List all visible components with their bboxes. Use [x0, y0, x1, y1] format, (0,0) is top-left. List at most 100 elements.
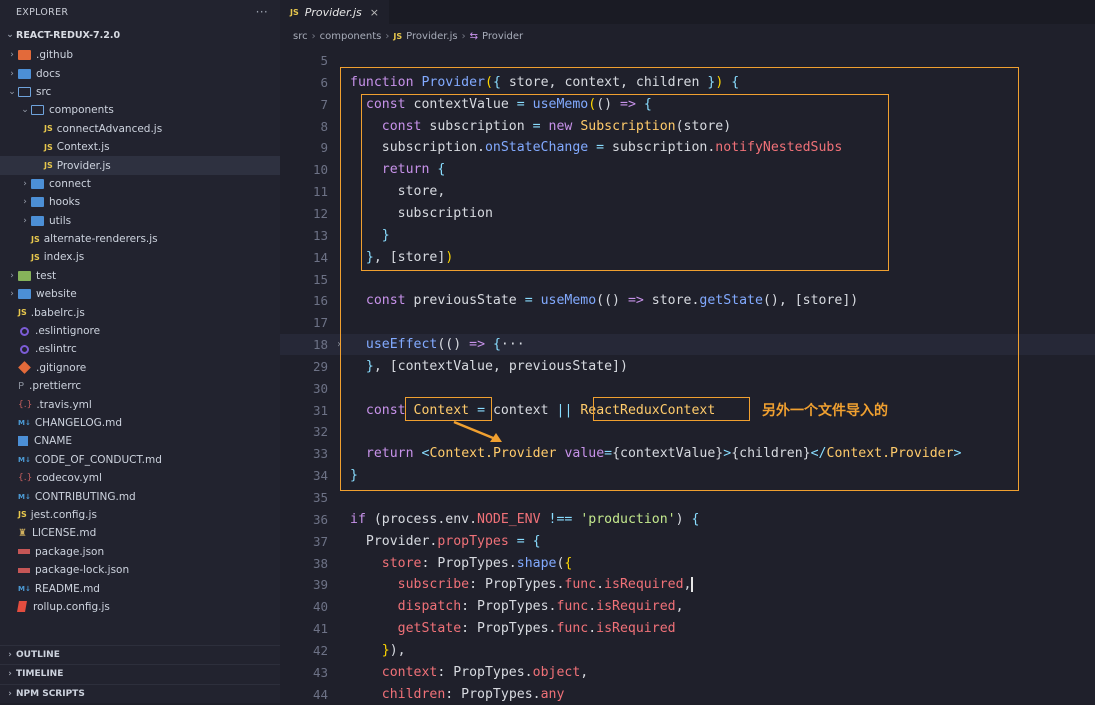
- file-tree-item[interactable]: › test: [0, 267, 280, 285]
- project-root[interactable]: ⌄ REACT-REDUX-7.2.0: [0, 24, 280, 46]
- file-tree-item-label: utils: [49, 214, 72, 227]
- code-line: 43 context: PropTypes.object,: [280, 662, 1095, 683]
- line-number: 38: [312, 555, 328, 571]
- react-redux-context-highlight-box: [593, 397, 750, 421]
- line-number: 5: [320, 53, 328, 68]
- breadcrumb-symbol[interactable]: Provider: [482, 31, 523, 42]
- file-tree-item[interactable]: › connect: [0, 175, 280, 193]
- code-line: 37 Provider.propTypes = {: [280, 531, 1095, 552]
- file-tree-item-label: CNAME: [34, 435, 73, 448]
- license-icon: ♜: [18, 527, 27, 539]
- outline-label: OUTLINE: [16, 649, 60, 660]
- folder-open-icon: [31, 105, 44, 116]
- file-tree-item[interactable]: package-lock.json: [0, 561, 280, 579]
- line-number: 13: [312, 227, 328, 243]
- file-tree-item[interactable]: › .github: [0, 46, 280, 64]
- code-line: 42 }),: [280, 640, 1095, 661]
- file-tree-item[interactable]: .gitignore: [0, 359, 280, 377]
- file-tree-item[interactable]: CNAME: [0, 432, 280, 450]
- file-tree-item[interactable]: › utils: [0, 212, 280, 230]
- file-tree-item-label: CODE_OF_CONDUCT.md: [34, 453, 162, 466]
- yaml-file-icon: {.}: [18, 399, 33, 410]
- file-tree-item[interactable]: {.} .travis.yml: [0, 395, 280, 413]
- markdown-file-icon: M↓: [18, 455, 31, 464]
- file-tree-item[interactable]: .eslintignore: [0, 322, 280, 340]
- yaml-file-icon: {.}: [18, 473, 33, 484]
- chevron-right-icon: ›: [23, 215, 27, 226]
- file-tree-item[interactable]: JS jest.config.js: [0, 506, 280, 524]
- annotation-note: 另外一个文件导入的: [762, 403, 888, 419]
- file-tree-item-label: index.js: [43, 251, 85, 264]
- code-line: 36 if (process.env.NODE_ENV !== 'producti…: [280, 509, 1095, 530]
- file-tree-item[interactable]: M↓ CHANGELOG.md: [0, 414, 280, 432]
- file-tree-item[interactable]: P .prettierrc: [0, 377, 280, 395]
- file-tree-item[interactable]: M↓ README.md: [0, 579, 280, 597]
- markdown-file-icon: M↓: [18, 419, 31, 427]
- file-tree-item[interactable]: {.} codecov.yml: [0, 469, 280, 487]
- line-number: 39: [312, 577, 328, 593]
- line-number: 37: [312, 533, 328, 549]
- outline-section[interactable]: › OUTLINE: [0, 644, 280, 665]
- line-number: 12: [312, 205, 328, 221]
- more-actions-icon[interactable]: ···: [256, 5, 268, 19]
- test-folder-icon: [18, 270, 31, 281]
- file-tree-item[interactable]: › hooks: [0, 193, 280, 211]
- file-tree-item-label: .eslintrc: [35, 343, 77, 356]
- chevron-right-icon: ›: [8, 669, 12, 680]
- line-number: 17: [312, 315, 328, 331]
- chevron-right-icon: ›: [385, 30, 390, 42]
- breadcrumb-file[interactable]: Provider.js: [406, 31, 457, 42]
- line-number: 36: [312, 511, 328, 527]
- file-tree-item-label: CHANGELOG.md: [34, 417, 122, 429]
- file-tree-item-label: README.md: [34, 582, 100, 595]
- file-tree-item[interactable]: › website: [0, 285, 280, 303]
- file-tree-item-label: src: [36, 85, 52, 98]
- file-tree-item-label: connect: [49, 177, 91, 190]
- js-file-icon: JS: [290, 7, 299, 17]
- file-tree-item[interactable]: JS connectAdvanced.js: [0, 120, 280, 138]
- file-tree-item[interactable]: JS .babelrc.js: [0, 303, 280, 321]
- file-tree-item[interactable]: rollup.config.js: [0, 598, 280, 616]
- npm-scripts-section[interactable]: › NPM SCRIPTS: [0, 683, 280, 704]
- file-tree-item[interactable]: JS index.js: [0, 248, 280, 266]
- explorer-sidebar: EXPLORER ··· ⌄ REACT-REDUX-7.2.0 › .githu…: [0, 0, 280, 703]
- file-tree-item[interactable]: JS alternate-renderers.js: [0, 230, 280, 248]
- eslint-icon: [20, 344, 29, 354]
- code-text: context: PropTypes.object,: [381, 664, 589, 680]
- file-tree-item[interactable]: .eslintrc: [0, 340, 280, 358]
- file-tree-item[interactable]: M↓ CODE_OF_CONDUCT.md: [0, 451, 280, 469]
- file-tree-item[interactable]: JS Context.js: [0, 138, 280, 156]
- file-tree-item-label: Context.js: [56, 141, 110, 154]
- file-tree-item[interactable]: M↓ CONTRIBUTING.md: [0, 487, 280, 505]
- file-tree-item[interactable]: ⌄ components: [0, 101, 280, 119]
- code-text: dispatch: PropTypes.func.isRequired,: [397, 599, 684, 615]
- file-tree-item-label: .travis.yml: [36, 398, 92, 411]
- code-text: Provider.propTypes = {: [350, 533, 541, 549]
- file-tree-item[interactable]: package.json: [0, 543, 280, 561]
- code-text: subscribe: PropTypes.func.isRequired,: [397, 576, 693, 593]
- file-tree-item-label: package-lock.json: [35, 564, 130, 577]
- code-text: getState: PropTypes.func.isRequired: [397, 621, 676, 637]
- breadcrumb-components[interactable]: components: [320, 31, 382, 42]
- file-tree-item[interactable]: › docs: [0, 64, 280, 82]
- breadcrumb-src[interactable]: src: [293, 31, 308, 42]
- js-file-icon: JS: [31, 234, 40, 244]
- line-number: 7: [320, 96, 328, 112]
- file-tree-item-label: .eslintignore: [35, 325, 101, 338]
- sidebar-footer: › OUTLINE › TIMELINE › NPM SCRIPTS: [0, 644, 280, 704]
- line-number: 43: [312, 664, 328, 680]
- line-number: 11: [312, 184, 328, 200]
- tab-label: Provider.js: [304, 5, 362, 19]
- close-icon[interactable]: ×: [370, 6, 379, 19]
- code-line: 39 subscribe: PropTypes.func.isRequired,: [280, 574, 1095, 595]
- timeline-section[interactable]: › TIMELINE: [0, 664, 280, 684]
- npm-icon: [18, 549, 30, 555]
- tab-provider-js[interactable]: JS Provider.js ×: [280, 0, 389, 24]
- file-tree-item[interactable]: ⌄ src: [0, 83, 280, 101]
- js-file-icon: JS: [44, 161, 53, 171]
- file-tree-item[interactable]: JS Provider.js: [0, 156, 280, 175]
- file-tree-item-label: package.json: [35, 545, 105, 558]
- line-number: 18: [312, 337, 328, 353]
- file-tree-item[interactable]: ♜ LICENSE.md: [0, 524, 280, 542]
- folder-icon: [18, 68, 31, 79]
